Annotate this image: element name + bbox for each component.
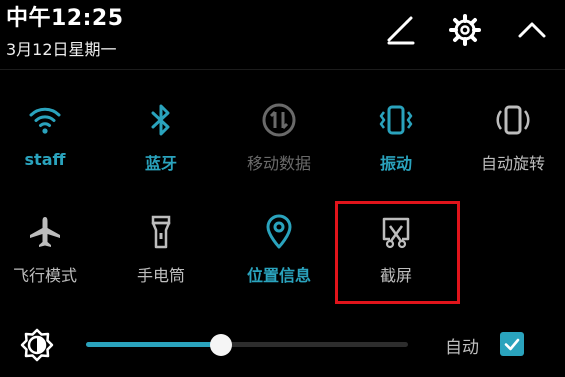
settings-button[interactable] [445, 10, 485, 50]
brightness-icon [20, 328, 54, 362]
wifi-icon [25, 100, 65, 140]
brightness-slider[interactable] [86, 334, 408, 356]
status-date: 3月12日星期一 [6, 40, 117, 59]
status-time: 中午12:25 [6, 6, 124, 31]
tile-label: 振动 [379, 154, 412, 173]
tile-label: 手电筒 [136, 266, 185, 285]
brightness-slider-thumb[interactable] [210, 334, 233, 356]
pencil-icon [387, 16, 415, 45]
bluetooth-icon [141, 100, 181, 140]
edit-button[interactable] [380, 10, 420, 50]
tile-label: 飞行模式 [12, 266, 77, 285]
tile-label: 自动旋转 [480, 154, 545, 173]
mobile-data-icon [259, 100, 299, 140]
tile-label: staff [24, 150, 66, 169]
location-icon [259, 212, 299, 252]
auto-brightness-checkbox[interactable] [500, 332, 524, 356]
vibrate-icon [376, 100, 416, 140]
brightness-slider-fill [86, 342, 222, 347]
tile-label: 位置信息 [246, 266, 311, 285]
flashlight-icon [141, 212, 181, 252]
auto-rotate-icon [493, 100, 533, 140]
tile-label: 蓝牙 [144, 154, 177, 173]
header-divider [0, 69, 565, 70]
gear-icon [449, 14, 481, 46]
airplane-icon [25, 212, 65, 252]
screenshot-highlight-box [335, 201, 460, 304]
auto-brightness-label: 自动 [445, 338, 479, 358]
collapse-button[interactable] [512, 10, 552, 50]
tile-label: 移动数据 [246, 154, 311, 173]
chevron-up-icon [518, 22, 546, 38]
check-icon [504, 338, 520, 351]
